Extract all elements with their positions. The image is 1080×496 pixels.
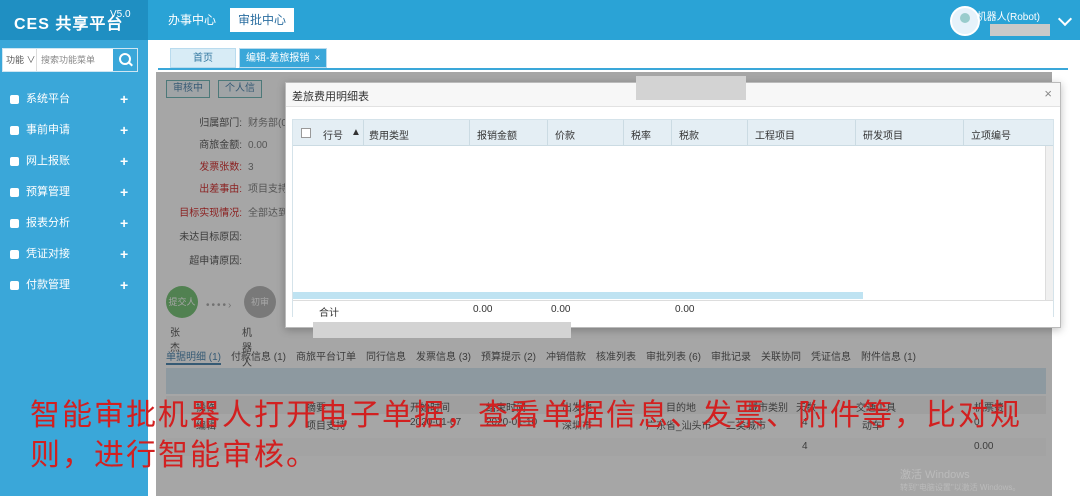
col-engineering-project: 工程项目 [755,131,795,142]
modal-title: 差旅费用明细表 [292,91,369,103]
user-info-redacted [990,24,1050,36]
col-separator [855,120,856,146]
windows-watermark-sub: 转到"电脑设置"以激活 Windows。 [900,483,1021,492]
sidebar-item-reports[interactable]: 报表分析 + [0,208,148,239]
sidebar-menu: 系统平台 + 事前申请 + 网上报账 + 预算管理 + 报表分析 + 凭证对接 + 付款管理… [0,84,148,301]
user-name: 机器人(Robot) [976,12,1040,23]
col-price: 价款 [555,131,575,142]
menu-search: 功能 ∨ 搜索功能菜单 [2,48,138,72]
top-nav-office-center[interactable]: 办事中心 [160,8,224,32]
plus-icon[interactable]: + [120,239,128,270]
search-icon[interactable] [113,49,137,71]
app-version: V5.0 [110,9,131,20]
tag-icon [10,157,19,166]
col-tax-rate: 税率 [631,131,651,142]
sidebar-item-label: 凭证对接 [26,248,70,260]
sidebar-item-label: 报表分析 [26,217,70,229]
grid-header: 行号 ▲ 费用类型 报销金额 价款 税率 税款 工程项目 研发项目 立项编号 [293,120,1053,146]
expense-grid: 行号 ▲ 费用类型 报销金额 价款 税率 税款 工程项目 研发项目 立项编号 合… [292,119,1054,319]
page-tabs: 首页 编辑-差旅报销 × [170,48,328,68]
close-icon[interactable]: × [314,53,320,64]
col-separator [363,120,364,146]
plus-icon[interactable]: + [120,115,128,146]
edit-icon [10,126,19,135]
modal-redacted-block [636,76,746,100]
col-rd-project: 研发项目 [863,131,903,142]
windows-watermark: 激活 Windows [900,469,970,481]
tab-divider [158,68,1068,70]
tab-label: 编辑-差旅报销 [246,53,310,64]
anchor-icon [10,250,19,259]
top-nav: 办事中心 审批中心 [160,8,295,32]
plus-icon[interactable]: + [120,177,128,208]
col-project-no: 立项编号 [971,131,1011,142]
expense-detail-modal: 差旅费用明细表 × 行号 ▲ 费用类型 报销金额 价款 税率 税款 工程项目 研… [285,76,1061,328]
bank-icon [10,281,19,290]
footer-price-total: 0.00 [551,304,571,315]
col-expense-type: 费用类型 [369,131,409,142]
horizontal-scrollbar[interactable] [293,292,863,299]
sidebar-item-budget[interactable]: 预算管理 + [0,177,148,208]
bar-chart-icon [10,219,19,228]
top-bar: CES 共享平台 V5.0 办事中心 审批中心 机器人(Robot) [0,0,1080,40]
sidebar-item-online-reimbursement[interactable]: 网上报账 + [0,146,148,177]
sidebar-item-label: 事前申请 [26,124,70,136]
col-separator [623,120,624,146]
footer-reimburse-total: 0.00 [473,304,493,315]
plus-icon[interactable]: + [120,146,128,177]
footer-tax-total: 0.00 [675,304,695,315]
vertical-scrollbar[interactable] [1045,146,1053,318]
tab-home[interactable]: 首页 [170,48,236,68]
sidebar-item-label: 付款管理 [26,279,70,291]
plus-icon[interactable]: + [120,84,128,115]
col-separator [469,120,470,146]
sidebar-item-label: 网上报账 [26,155,70,167]
grid-footer: 合计 0.00 0.00 0.00 [293,300,1053,319]
tab-edit-travel-reimbursement[interactable]: 编辑-差旅报销 × [239,48,328,68]
sidebar-item-label: 预算管理 [26,186,70,198]
col-tax: 税款 [679,131,699,142]
search-input[interactable]: 搜索功能菜单 [37,49,113,71]
avatar[interactable] [950,6,980,36]
calculator-icon [10,188,19,197]
sidebar-item-payment[interactable]: 付款管理 + [0,270,148,301]
plus-icon[interactable]: + [120,270,128,301]
sidebar-item-label: 系统平台 [26,93,70,105]
col-reimburse-amount: 报销金额 [477,131,517,142]
modal-header: 差旅费用明细表 × [286,76,1060,107]
col-separator [963,120,964,146]
footer-total-label: 合计 [319,308,339,319]
select-all-checkbox[interactable] [301,128,311,138]
sidebar-item-pre-application[interactable]: 事前申请 + [0,115,148,146]
plus-icon[interactable]: + [120,208,128,239]
logo-name: CES 共享平台 [14,16,124,33]
caption-text: 智能审批机器人打开电子单据，查看单据信息、发票、附件等，比对规则，进行智能审核。 [30,399,1022,472]
top-nav-approval-center[interactable]: 审批中心 [230,8,295,32]
app-logo[interactable]: CES 共享平台 V5.0 [0,0,148,40]
col-separator [747,120,748,146]
col-separator [671,120,672,146]
close-icon[interactable]: × [1044,86,1052,101]
search-scope-select[interactable]: 功能 ∨ [3,49,37,71]
gear-icon [10,95,19,104]
col-separator [547,120,548,146]
sort-icon[interactable]: ▲ [351,127,361,138]
col-row-no[interactable]: 行号 [323,127,343,142]
sidebar-item-system-platform[interactable]: 系统平台 + [0,84,148,115]
chevron-down-icon[interactable] [1057,11,1073,27]
sidebar-item-voucher[interactable]: 凭证对接 + [0,239,148,270]
modal-redacted-bar [313,322,571,338]
